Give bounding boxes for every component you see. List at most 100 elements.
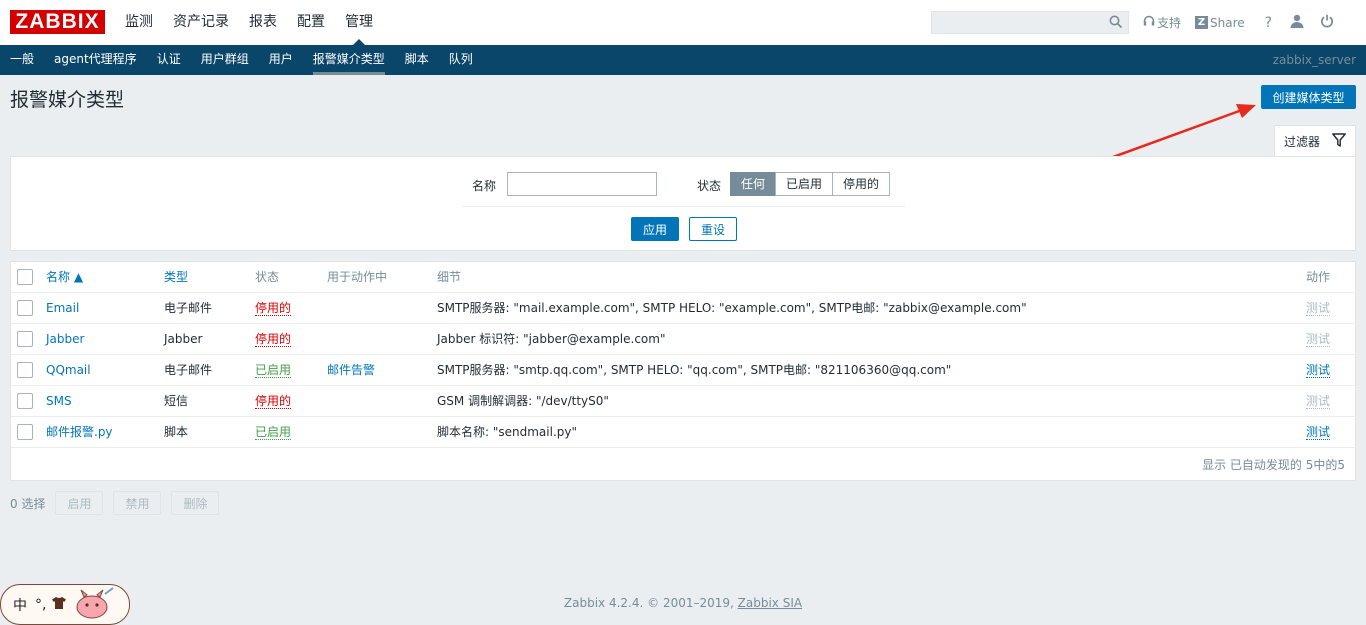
filter-panel: 名称 状态 任何 已启用 停用的 应用 重设 [10,156,1356,251]
test-link[interactable]: 测试 [1306,332,1331,347]
nav-administration[interactable]: 管理 [335,0,383,45]
footer-copyright: Zabbix 4.2.4. © 2001–2019, [563,596,738,610]
media-details: GSM 调制解调器: "/dev/ttyS0" [437,394,609,408]
row-checkbox[interactable] [17,424,33,440]
header-links: 支持 Z Share ? [1143,0,1350,45]
table-header: 名称 ▲ 类型 状态 用于动作中 细节 动作 [11,262,1355,293]
subnav-queue[interactable]: 队列 [439,45,483,75]
test-link[interactable]: 测试 [1306,301,1331,316]
server-name: zabbix_server [1272,53,1356,67]
zabbix-share-icon: Z [1195,16,1209,29]
status-toggle[interactable]: 停用的 [255,301,292,316]
test-link[interactable]: 测试 [1306,363,1331,378]
ime-punctuation[interactable]: °, [35,597,46,613]
nav-reports[interactable]: 报表 [239,0,287,45]
subnav-authentication[interactable]: 认证 [147,45,191,75]
user-profile-link[interactable] [1290,14,1306,31]
media-type: 脚本 [164,425,189,439]
disable-selected-button[interactable]: 禁用 [113,491,162,515]
media-type: 电子邮件 [164,363,213,377]
table-row: Jabber Jabber 停用的 Jabber 标识符: "jabber@ex… [11,324,1355,355]
media-type: 短信 [164,394,189,408]
delete-selected-button[interactable]: 删除 [171,491,220,515]
filter-apply-button[interactable]: 应用 [631,217,679,241]
select-all-checkbox[interactable] [17,269,33,285]
status-toggle[interactable]: 已启用 [255,425,292,440]
media-types-table: 名称 ▲ 类型 状态 用于动作中 细节 动作 Email 电子邮件 停用的 SM… [10,261,1356,481]
media-name-link[interactable]: Jabber [46,324,84,354]
status-option-enabled[interactable]: 已启用 [775,172,834,196]
media-details: Jabber 标识符: "jabber@example.com" [437,332,666,346]
filter-tab[interactable]: 过滤器 [1274,125,1356,157]
subnav-scripts[interactable]: 脚本 [395,45,439,75]
subnav-general[interactable]: 一般 [0,45,44,75]
row-checkbox[interactable] [17,362,33,378]
support-link[interactable]: 支持 [1143,14,1181,31]
table-row: QQmail 电子邮件 已启用 邮件告警 SMTP服务器: "smtp.qq.c… [11,355,1355,386]
col-used-in-actions: 用于动作中 [327,270,388,284]
shirt-icon[interactable] [52,596,67,613]
help-icon: ? [1264,14,1273,31]
filter-reset-button[interactable]: 重设 [689,217,737,241]
media-name-link[interactable]: SMS [46,386,72,416]
top-header: ZABBIX 监测 资产记录 报表 配置 管理 支持 Z Share ? [0,0,1366,45]
ime-toolbar[interactable]: 中 °, [0,584,130,625]
subnav-user-groups[interactable]: 用户群组 [191,45,259,75]
col-status: 状态 [255,270,280,284]
nav-monitoring[interactable]: 监测 [115,0,163,45]
filter-name-label: 名称 [472,179,497,193]
test-link[interactable]: 测试 [1306,394,1331,409]
media-type: 电子邮件 [164,301,213,315]
test-link[interactable]: 测试 [1306,425,1331,440]
mascot-icon [72,586,116,624]
search-icon[interactable] [1109,15,1123,32]
status-option-any[interactable]: 任何 [730,172,777,196]
row-checkbox[interactable] [17,331,33,347]
status-toggle[interactable]: 停用的 [255,332,292,347]
create-media-type-button[interactable]: 创建媒体类型 [1261,85,1356,109]
user-icon [1290,14,1306,31]
page-title: 报警媒介类型 [10,89,125,111]
status-toggle[interactable]: 已启用 [255,363,292,378]
subnav-users[interactable]: 用户 [259,45,303,75]
ime-language[interactable]: 中 [13,595,27,615]
signout-link[interactable] [1320,14,1336,31]
power-icon [1320,14,1336,31]
subnav-proxies[interactable]: agent代理程序 [44,45,147,75]
table-summary: 显示 已自动发现的 5中的5 [1202,458,1345,472]
table-row: 邮件报警.py 脚本 已启用 脚本名称: "sendmail.py" 测试 [11,417,1355,448]
media-name-link[interactable]: Email [46,293,79,323]
col-name[interactable]: 名称 ▲ [46,262,83,292]
share-link[interactable]: Z Share [1195,16,1245,30]
main-nav: 监测 资产记录 报表 配置 管理 [115,0,383,45]
media-details: SMTP服务器: "mail.example.com", SMTP HELO: … [437,301,1027,315]
footer-sia-link[interactable]: Zabbix SIA [738,596,802,610]
nav-configuration[interactable]: 配置 [287,0,335,45]
row-checkbox[interactable] [17,393,33,409]
media-name-link[interactable]: QQmail [46,355,91,385]
filter-status-segmented: 任何 已启用 停用的 [730,172,891,196]
help-link[interactable]: ? [1265,15,1272,31]
zabbix-logo[interactable]: ZABBIX [10,10,105,34]
col-type[interactable]: 类型 [164,262,188,292]
status-toggle[interactable]: 停用的 [255,394,292,409]
global-search[interactable] [931,11,1129,34]
bulk-actions: 0 选择 启用 禁用 删除 [10,491,229,515]
support-label: 支持 [1157,16,1182,30]
media-details: SMTP服务器: "smtp.qq.com", SMTP HELO: "qq.c… [437,363,952,377]
filter-icon [1332,133,1346,150]
headset-icon [1143,15,1157,30]
subnav-media-types[interactable]: 报警媒介类型 [303,45,395,75]
nav-inventory[interactable]: 资产记录 [163,0,239,45]
status-option-disabled[interactable]: 停用的 [832,172,891,196]
row-checkbox[interactable] [17,300,33,316]
media-details: 脚本名称: "sendmail.py" [437,425,577,439]
used-in-action-link[interactable]: 邮件告警 [327,355,375,385]
search-input[interactable] [932,12,1102,33]
media-name-link[interactable]: 邮件报警.py [46,417,113,447]
share-label: Share [1210,15,1245,30]
table-row: SMS 短信 停用的 GSM 调制解调器: "/dev/ttyS0" 测试 [11,386,1355,417]
selected-count: 0 选择 [10,496,46,511]
enable-selected-button[interactable]: 启用 [55,491,104,515]
filter-name-input[interactable] [507,172,657,196]
